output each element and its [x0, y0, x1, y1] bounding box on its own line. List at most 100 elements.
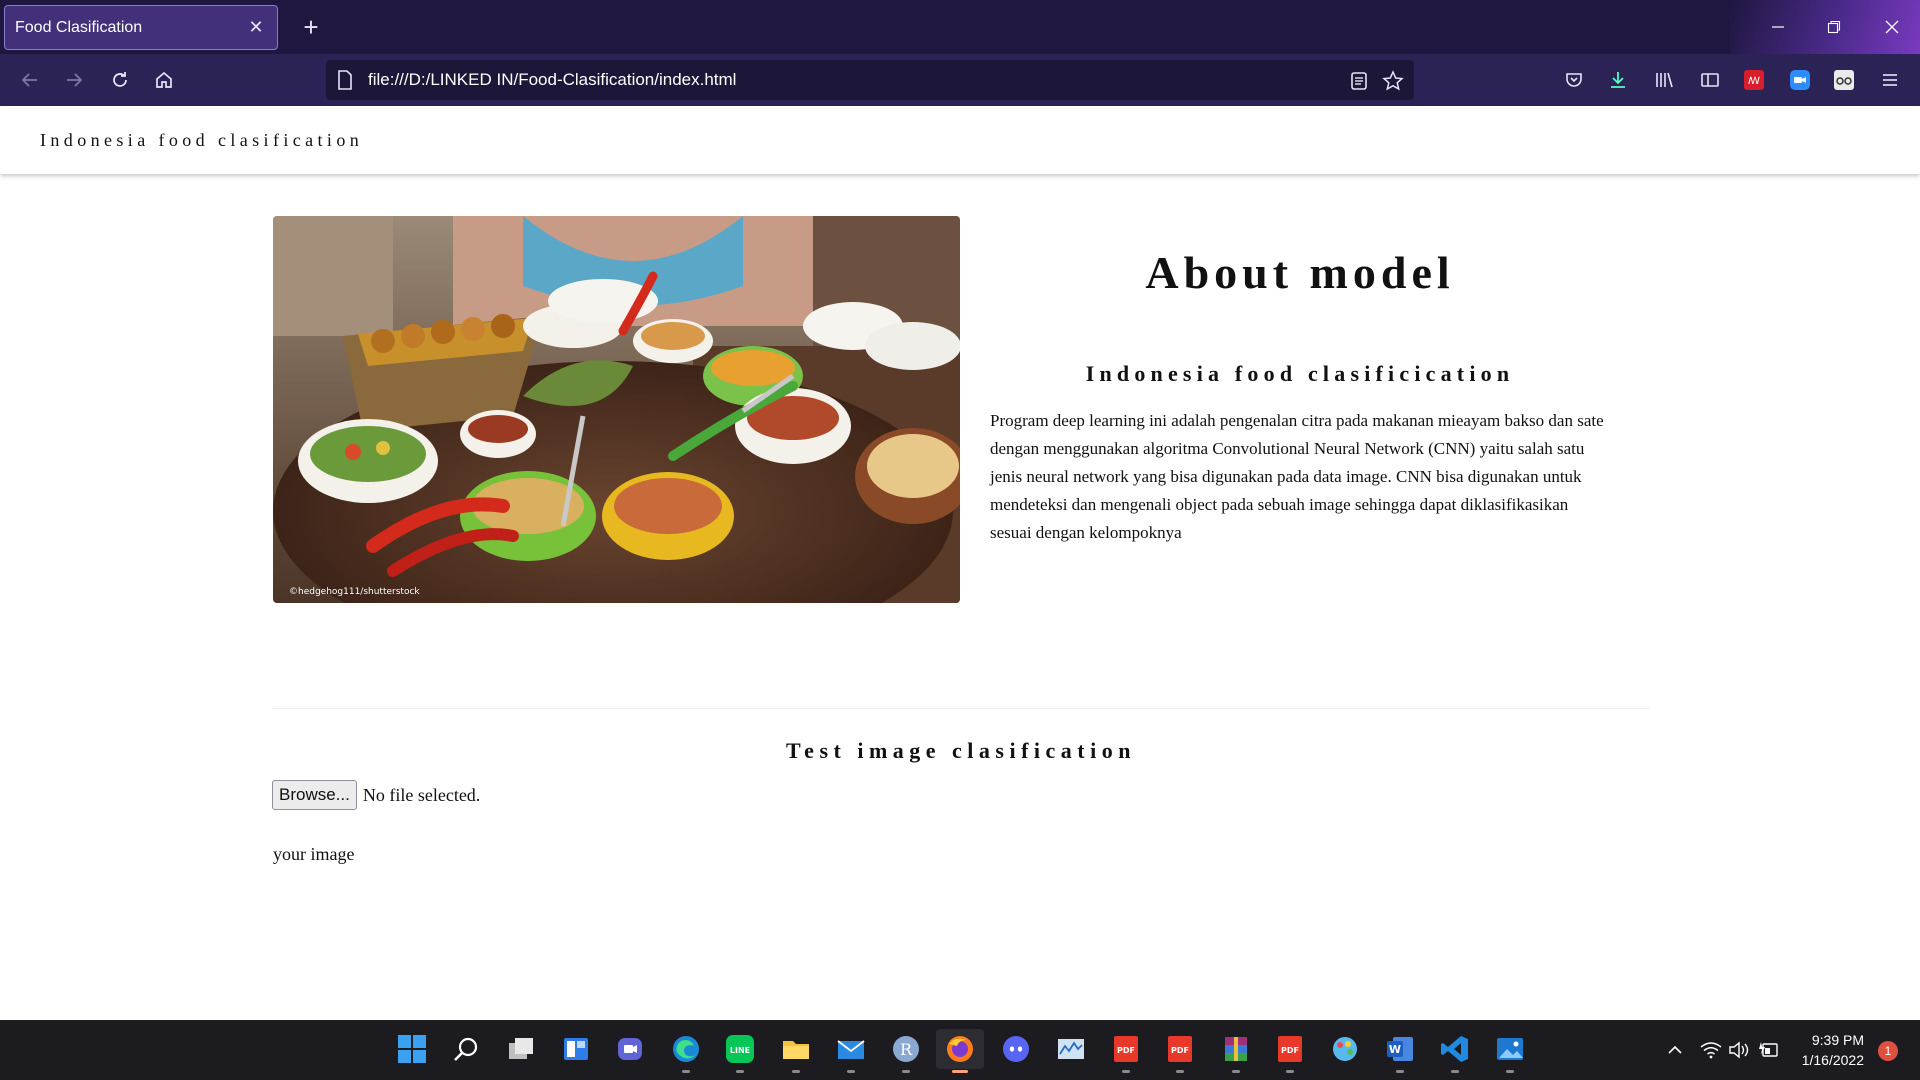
food-photo-illustration: ©hedgehog111/shutterstock [273, 216, 960, 603]
forward-button[interactable] [56, 62, 92, 98]
extension-reader-button[interactable] [1826, 62, 1862, 98]
tab-title: Food Clasification [15, 18, 143, 36]
task-view-icon [509, 1038, 533, 1059]
start-button[interactable] [394, 1031, 430, 1067]
monitor-app-button[interactable] [1053, 1031, 1089, 1067]
pocket-button[interactable] [1556, 62, 1592, 98]
word-icon: W [1387, 1037, 1413, 1061]
wifi-button[interactable] [1700, 1020, 1722, 1080]
running-indicator [902, 1070, 910, 1073]
reader-view-icon[interactable] [1348, 70, 1370, 92]
address-bar[interactable]: file:///D:/LINKED IN/Food-Clasification/… [326, 60, 1414, 100]
tray-overflow-button[interactable] [1666, 1020, 1684, 1080]
browser-nav-bar: file:///D:/LINKED IN/Food-Clasification/… [0, 54, 1920, 106]
web-page: Indonesia food clasification ©hedgehog11… [0, 106, 1920, 1020]
tab-close-icon[interactable]: ✕ [245, 17, 267, 38]
pdf-app-button-3[interactable]: PDF [1272, 1031, 1308, 1067]
system-clock[interactable]: 9:39 PM 1/16/2022 [1802, 1030, 1864, 1070]
volume-icon [1729, 1041, 1749, 1059]
site-brand[interactable]: Indonesia food clasification [40, 130, 363, 151]
winrar-button[interactable] [1218, 1031, 1254, 1067]
extension-mendeley-button[interactable]: ꟿ [1736, 62, 1772, 98]
hamburger-menu-icon [1883, 74, 1897, 86]
browser-tab-bar: Food Clasification ✕ + [0, 0, 1920, 54]
reload-icon [113, 72, 127, 87]
pdf-icon: PDF [1278, 1036, 1302, 1062]
firefox-button[interactable] [936, 1029, 984, 1069]
pocket-icon [1566, 73, 1582, 87]
volume-button[interactable] [1728, 1020, 1750, 1080]
file-explorer-button[interactable] [778, 1031, 814, 1067]
firefox-icon [947, 1036, 973, 1062]
active-indicator [952, 1070, 968, 1073]
paint-icon [1333, 1037, 1357, 1061]
discord-icon [1003, 1036, 1029, 1062]
notification-badge[interactable]: 1 [1878, 1041, 1898, 1061]
r-app-button[interactable]: R [888, 1031, 924, 1067]
teams-chat-button[interactable] [612, 1031, 648, 1067]
menu-button[interactable] [1872, 62, 1908, 98]
library-button[interactable] [1646, 62, 1682, 98]
r-icon: R [893, 1036, 919, 1062]
restore-icon [1827, 20, 1841, 34]
bookmark-star-icon[interactable] [1382, 70, 1404, 92]
browse-button[interactable]: Browse... [272, 780, 357, 810]
about-section: About model Indonesia food clasificicati… [990, 246, 1610, 547]
browser-tab-active[interactable]: Food Clasification ✕ [4, 5, 278, 50]
food-photo: ©hedgehog111/shutterstock [273, 216, 960, 603]
image-credit: ©hedgehog111/shutterstock [289, 587, 420, 597]
svg-text:PDF: PDF [1117, 1046, 1135, 1055]
running-indicator [1451, 1070, 1459, 1073]
home-icon [156, 71, 172, 88]
running-indicator [1506, 1070, 1514, 1073]
edge-button[interactable] [668, 1031, 704, 1067]
reload-button[interactable] [102, 62, 138, 98]
new-tab-button[interactable]: + [293, 10, 329, 46]
vscode-button[interactable] [1437, 1031, 1473, 1067]
task-view-button[interactable] [503, 1031, 539, 1067]
test-section-title: Test image clasification [786, 738, 1136, 763]
download-icon [1611, 72, 1625, 88]
pdf-app-button-1[interactable]: PDF [1108, 1031, 1144, 1067]
downloads-button[interactable] [1600, 62, 1636, 98]
winrar-icon [1225, 1037, 1247, 1061]
clock-time: 9:39 PM [1811, 1032, 1864, 1048]
arrow-right-icon [67, 73, 83, 87]
search-button[interactable] [448, 1031, 484, 1067]
mail-button[interactable] [833, 1031, 869, 1067]
running-indicator [847, 1070, 855, 1073]
chevron-up-icon [1668, 1045, 1682, 1054]
pdf-app-button-2[interactable]: PDF [1162, 1031, 1198, 1067]
photos-icon [1497, 1038, 1523, 1060]
extension-zoom-button[interactable] [1782, 62, 1818, 98]
glasses-icon [1834, 70, 1854, 90]
widgets-button[interactable] [558, 1031, 594, 1067]
home-button[interactable] [146, 62, 182, 98]
back-button[interactable] [12, 62, 48, 98]
windows-taskbar: LINE R PDF PDF PDF W 9:39 PM 1/16/2022 1 [0, 1020, 1920, 1080]
photos-button[interactable] [1492, 1031, 1528, 1067]
paint-button[interactable] [1327, 1031, 1363, 1067]
minimize-button[interactable] [1750, 0, 1806, 54]
clock-date: 1/16/2022 [1801, 1052, 1864, 1068]
word-button[interactable]: W [1382, 1031, 1418, 1067]
url-text: file:///D:/LINKED IN/Food-Clasification/… [368, 70, 737, 89]
svg-text:ꟿ: ꟿ [1748, 76, 1760, 87]
folder-icon [783, 1041, 809, 1059]
restore-button[interactable] [1806, 0, 1862, 54]
about-description: Program deep learning ini adalah pengena… [990, 411, 1604, 542]
file-input[interactable]: Browse... No file selected. [272, 780, 480, 810]
svg-text:PDF: PDF [1281, 1046, 1299, 1055]
close-window-button[interactable] [1864, 0, 1920, 54]
discord-button[interactable] [998, 1031, 1034, 1067]
svg-text:LINE: LINE [730, 1046, 750, 1055]
line-button[interactable]: LINE [722, 1031, 758, 1067]
mendeley-icon: ꟿ [1744, 70, 1764, 90]
running-indicator [736, 1070, 744, 1073]
running-indicator [1396, 1070, 1404, 1073]
sidebar-button[interactable] [1692, 62, 1728, 98]
file-status-text: No file selected. [362, 784, 481, 805]
monitor-app-icon [1058, 1039, 1084, 1059]
battery-button[interactable] [1758, 1020, 1780, 1080]
chat-icon [618, 1038, 642, 1060]
